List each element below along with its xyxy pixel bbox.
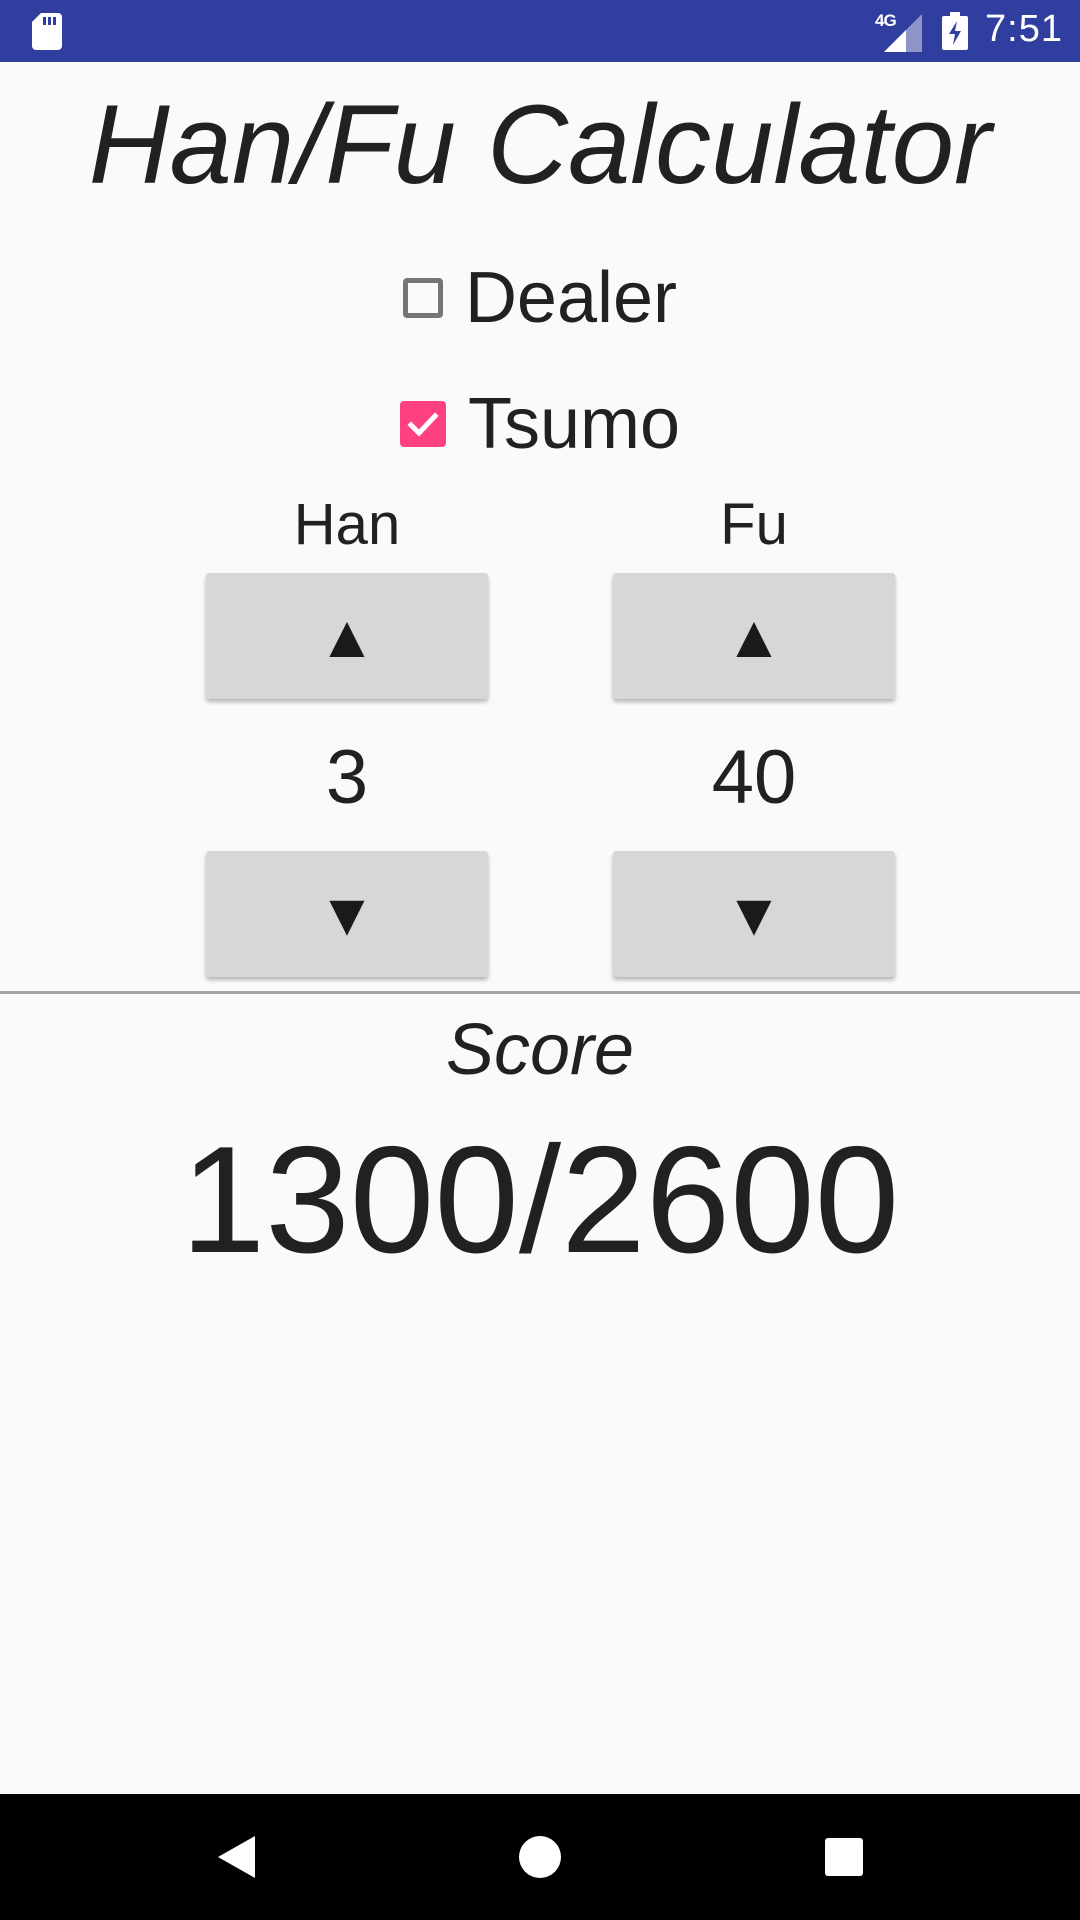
checkmark-icon: [407, 412, 439, 437]
page-title: Han/Fu Calculator: [88, 82, 992, 207]
home-button[interactable]: [460, 1794, 620, 1920]
fu-label: Fu: [720, 492, 788, 557]
fu-column: Fu ▲ 40 ▼: [613, 490, 895, 977]
dealer-checkbox-box[interactable]: [402, 278, 443, 318]
battery-charging-icon: [942, 12, 968, 50]
dealer-checkbox-label[interactable]: Dealer: [465, 258, 677, 338]
triangle-down-icon: ▼: [724, 880, 784, 948]
app-screen: 4G 7:51 Han/Fu Calculator Dealer Tsumo H…: [0, 0, 1080, 1920]
tsumo-checkbox-box[interactable]: [399, 401, 446, 447]
dealer-checkbox[interactable]: Dealer: [0, 258, 1080, 338]
tsumo-checkbox[interactable]: Tsumo: [0, 384, 1080, 464]
triangle-up-icon: ▲: [724, 602, 784, 670]
back-button[interactable]: [156, 1794, 316, 1920]
fu-value: 40: [711, 735, 797, 820]
triangle-up-icon: ▲: [317, 602, 377, 670]
han-increment-button[interactable]: ▲: [206, 573, 488, 699]
han-label: Han: [293, 492, 401, 557]
back-icon: [218, 1836, 255, 1878]
han-value: 3: [325, 735, 369, 820]
triangle-down-icon: ▼: [317, 880, 377, 948]
divider: [0, 991, 1080, 994]
recents-button[interactable]: [764, 1794, 924, 1920]
fu-decrement-button[interactable]: ▼: [613, 851, 895, 977]
fu-increment-button[interactable]: ▲: [613, 573, 895, 699]
sd-card-icon: [32, 13, 62, 50]
han-column: Han ▲ 3 ▼: [206, 490, 488, 977]
score-label: Score: [445, 1010, 635, 1090]
tsumo-checkbox-label[interactable]: Tsumo: [468, 384, 680, 464]
score-value: 1300/2600: [180, 1115, 900, 1285]
status-bar: 4G 7:51: [0, 0, 1080, 62]
recents-icon: [825, 1838, 863, 1876]
network-type-label: 4G: [875, 11, 897, 30]
status-clock: 7:51: [985, 8, 1063, 50]
han-decrement-button[interactable]: ▼: [206, 851, 488, 977]
navigation-bar: [0, 1794, 1080, 1920]
home-icon: [519, 1836, 561, 1878]
